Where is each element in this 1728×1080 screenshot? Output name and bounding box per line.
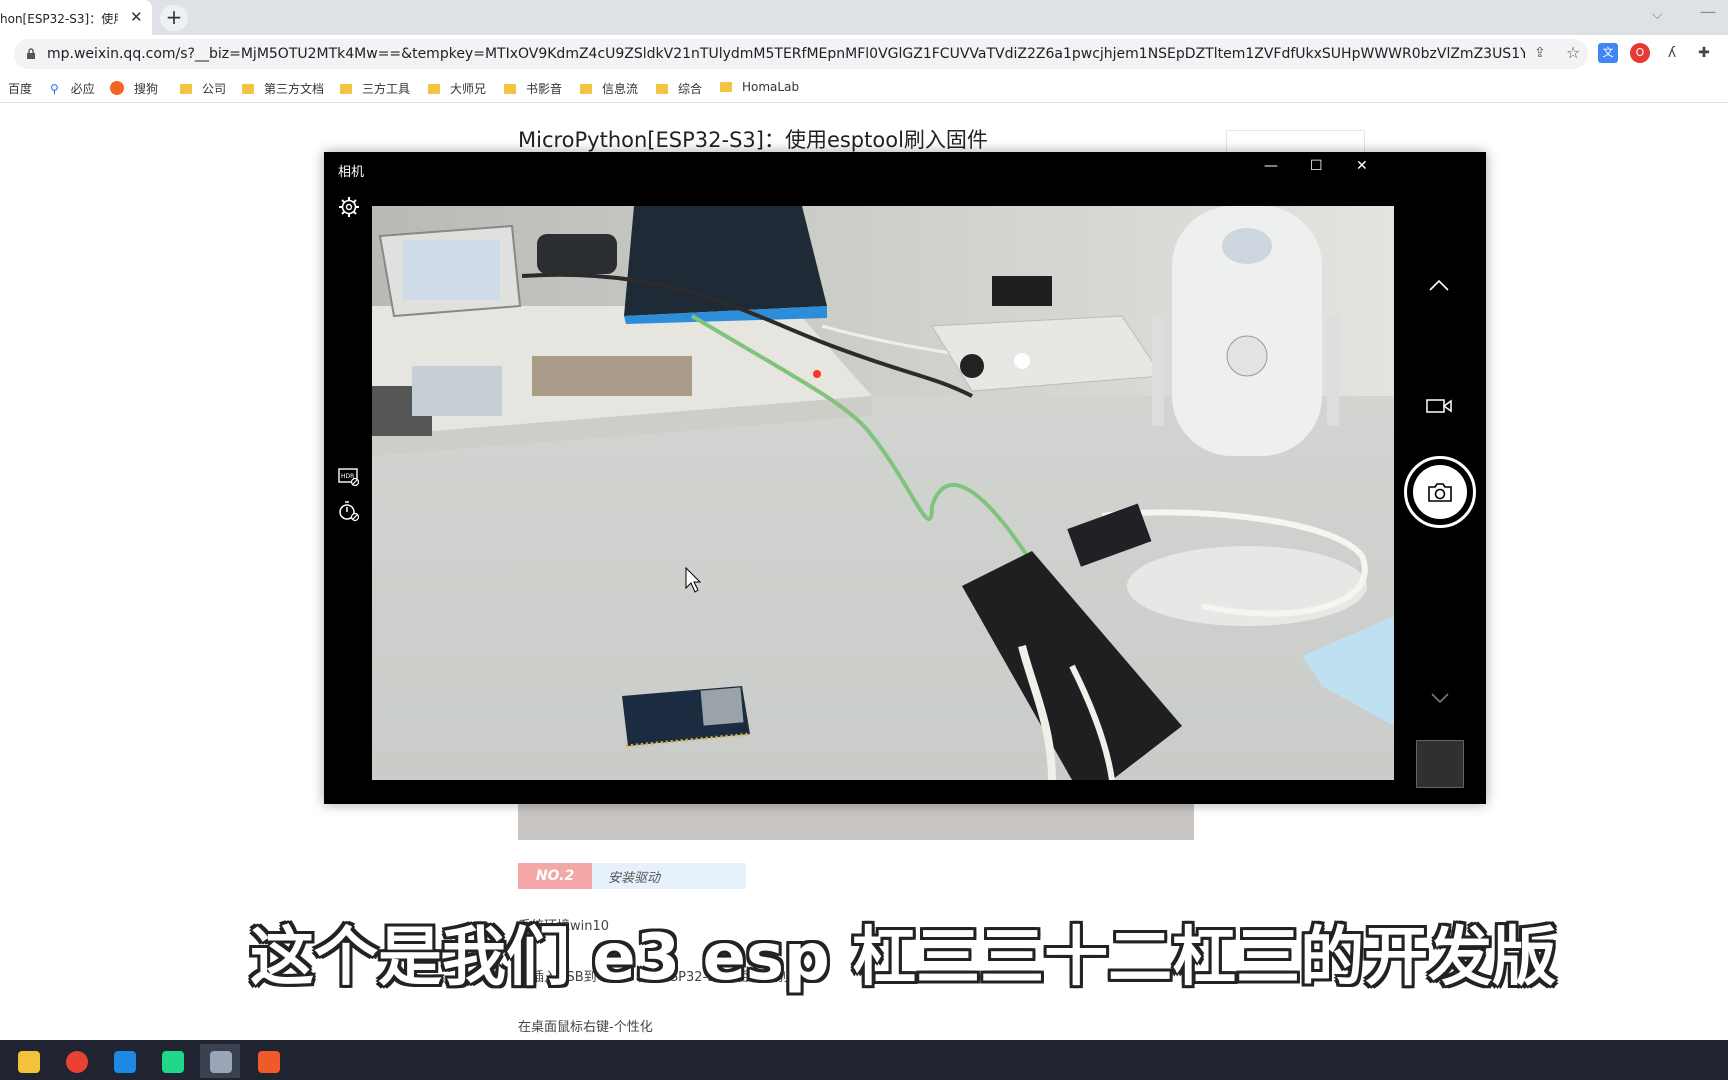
camera-window-title: 相机 xyxy=(338,165,365,180)
folder-icon xyxy=(580,84,592,94)
chevron-up-icon[interactable] xyxy=(1428,278,1450,292)
tab-strip: hon[ESP32-S3]：使用 ✕ + ⌵ — xyxy=(0,0,1728,35)
tab-title: hon[ESP32-S3]：使用 xyxy=(0,12,118,26)
badge-text: 安装驱动 xyxy=(608,871,661,886)
bookmarks-bar: 百度 ⚲ 必应 搜狗 公司 第三方文档 三方工具 大师兄 书影音 信息流 综合 H… xyxy=(0,73,1728,103)
window-minimize-icon[interactable]: — xyxy=(1700,2,1716,21)
app-d-icon xyxy=(114,1051,136,1073)
badge-number: NO.2 xyxy=(518,863,592,889)
taskbar-file-explorer[interactable] xyxy=(8,1044,48,1078)
sogou-icon xyxy=(110,81,124,95)
search-icon: ⚲ xyxy=(50,82,59,96)
shutter-inner xyxy=(1413,465,1467,519)
app-c-orange-icon xyxy=(258,1051,280,1073)
bookmark-folder[interactable]: 书影音 xyxy=(504,80,562,97)
hdr-icon[interactable]: HDR xyxy=(338,468,360,486)
folder-icon xyxy=(656,84,668,94)
maximize-button[interactable]: ☐ xyxy=(1310,158,1323,174)
lock-icon xyxy=(27,48,35,59)
folder-icon xyxy=(18,1051,40,1073)
folder-icon xyxy=(242,84,254,94)
app-c-icon xyxy=(162,1051,184,1073)
take-photo-button[interactable] xyxy=(1404,456,1476,528)
bookmark-item[interactable]: ⚲ 必应 xyxy=(50,80,95,97)
bookmark-folder[interactable]: 三方工具 xyxy=(340,80,410,97)
camera-viewfinder[interactable] xyxy=(372,206,1394,780)
taskbar-app-c-orange[interactable] xyxy=(248,1044,288,1078)
new-tab-button[interactable]: + xyxy=(160,5,188,31)
url-text[interactable]: mp.weixin.qq.com/s?__biz=MjM5OTU2MTk4Mw=… xyxy=(47,46,1525,62)
extension-icon[interactable]: ʎ xyxy=(1662,43,1682,63)
tab-search-chevron-icon[interactable]: ⌵ xyxy=(1652,7,1663,23)
opera-extension-icon[interactable]: O xyxy=(1630,43,1650,63)
bookmark-folder[interactable]: 公司 xyxy=(180,80,226,97)
omnibox[interactable]: mp.weixin.qq.com/s?__biz=MjM5OTU2MTk4Mw=… xyxy=(14,39,1588,69)
last-photo-thumbnail[interactable] xyxy=(1416,740,1464,788)
translate-extension-icon[interactable]: 文 xyxy=(1598,43,1618,63)
camera-window: 相机 — ☐ ✕ HDR xyxy=(324,152,1486,804)
camera-app-icon xyxy=(210,1051,232,1073)
share-icon[interactable]: ⇪ xyxy=(1534,45,1546,61)
chevron-down-icon[interactable] xyxy=(1430,692,1450,704)
taskbar-app-d[interactable] xyxy=(104,1044,144,1078)
taskbar-app-c-green[interactable] xyxy=(152,1044,192,1078)
article-image xyxy=(518,798,1194,840)
tab-close-icon[interactable]: ✕ xyxy=(130,8,143,26)
minimize-button[interactable]: — xyxy=(1264,158,1278,174)
bookmark-item[interactable]: 百度 xyxy=(8,80,32,97)
taskbar xyxy=(0,1040,1728,1080)
folder-icon xyxy=(720,82,732,92)
bookmark-folder[interactable]: 信息流 xyxy=(580,80,638,97)
address-bar: mp.weixin.qq.com/s?__biz=MjM5OTU2MTk4Mw=… xyxy=(0,35,1728,73)
folder-icon xyxy=(504,84,516,94)
folder-icon xyxy=(180,84,192,94)
taskbar-camera[interactable] xyxy=(200,1044,240,1078)
bookmark-folder[interactable]: HomaLab xyxy=(720,80,799,94)
bookmark-folder[interactable]: 综合 xyxy=(656,80,702,97)
close-button[interactable]: ✕ xyxy=(1356,158,1368,174)
puzzle-extension-icon[interactable]: ✚ xyxy=(1694,43,1714,63)
bookmark-star-icon[interactable]: ☆ xyxy=(1566,43,1580,62)
section-badge: NO.2 安装驱动 xyxy=(518,863,746,889)
gear-icon[interactable] xyxy=(338,196,360,218)
bookmark-folder[interactable]: 大师兄 xyxy=(428,80,486,97)
camera-icon xyxy=(1428,483,1452,502)
timer-icon[interactable] xyxy=(338,500,360,522)
chrome-icon xyxy=(66,1051,88,1073)
article-title: MicroPython[ESP32-S3]：使用esptool刷入固件 xyxy=(518,128,988,152)
camera-preview-image xyxy=(372,206,1394,780)
bookmark-folder[interactable]: 第三方文档 xyxy=(242,80,324,97)
browser-tab[interactable]: hon[ESP32-S3]：使用 ✕ xyxy=(0,0,152,35)
taskbar-chrome[interactable] xyxy=(56,1044,96,1078)
video-subtitle: 这个是我们 e3 esp 杠三三十二杠三的开发版 xyxy=(250,921,1557,995)
body-text: 在桌面鼠标右键-个性化 xyxy=(518,1020,653,1035)
bookmark-item[interactable]: 搜狗 xyxy=(110,80,158,97)
folder-icon xyxy=(340,84,352,94)
video-mode-icon[interactable] xyxy=(1426,398,1452,414)
folder-icon xyxy=(428,84,440,94)
